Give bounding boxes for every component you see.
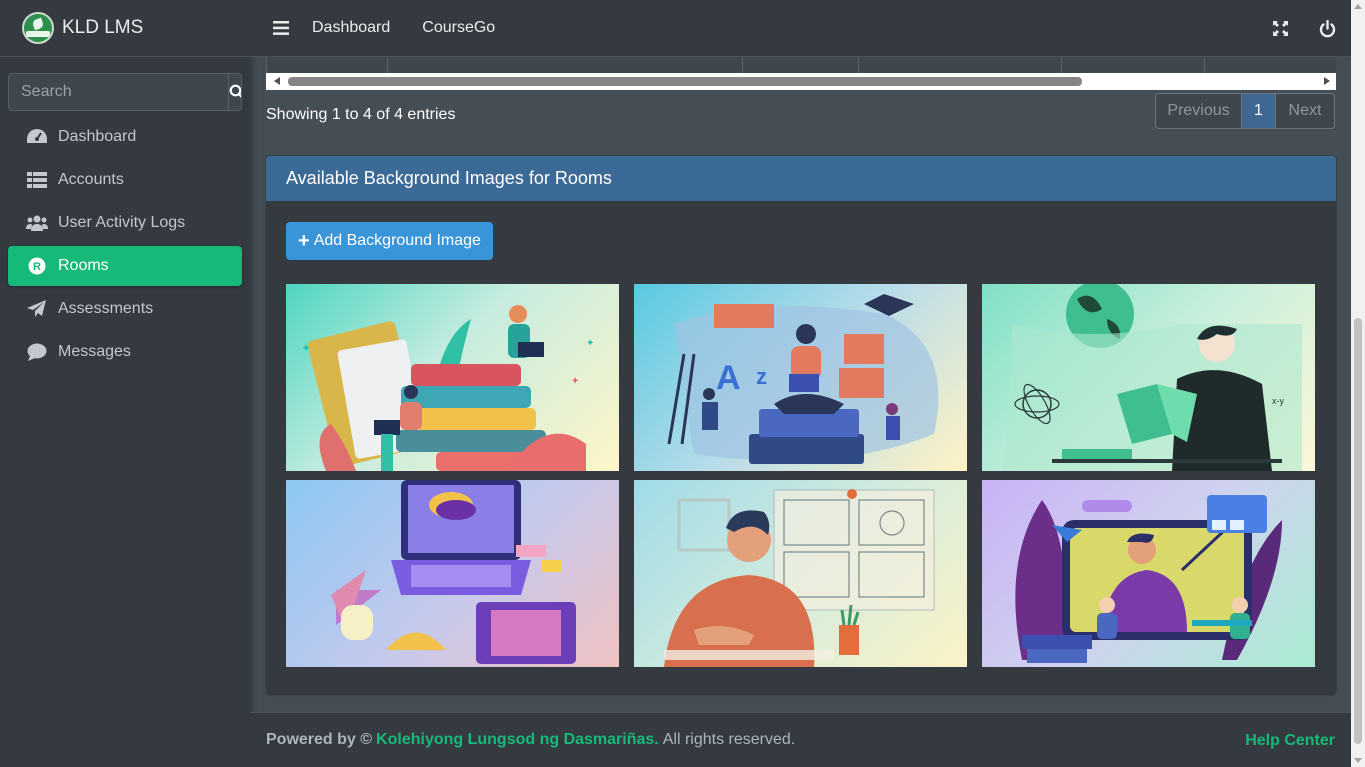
add-button-label: Add Background Image bbox=[313, 232, 481, 249]
background-image-student-reading[interactable]: x-y bbox=[982, 284, 1315, 471]
sidebar-search bbox=[8, 73, 242, 111]
table-icon bbox=[26, 170, 48, 190]
scroll-right-icon[interactable] bbox=[1324, 77, 1330, 85]
scrollbar-thumb[interactable] bbox=[1354, 318, 1362, 744]
top-navbar: Dashboard CourseGo bbox=[250, 0, 1351, 57]
svg-text:✦: ✦ bbox=[586, 338, 594, 349]
table-entries-info: Showing 1 to 4 of 4 entries bbox=[266, 106, 456, 123]
footer-rights: All rights reserved. bbox=[662, 731, 796, 748]
sidebar-item-accounts[interactable]: Accounts bbox=[8, 160, 242, 200]
sidebar-item-label: User Activity Logs bbox=[58, 214, 186, 231]
pagination-next[interactable]: Next bbox=[1275, 94, 1334, 128]
svg-text:✦: ✦ bbox=[571, 376, 579, 387]
hamburger-icon bbox=[273, 21, 289, 35]
background-image-books-stack[interactable]: ✦ ✦ ✦ bbox=[286, 284, 619, 471]
sidebar-item-label: Dashboard bbox=[58, 128, 137, 145]
scroll-left-icon[interactable] bbox=[274, 77, 280, 85]
search-icon bbox=[229, 84, 241, 98]
expand-icon bbox=[1273, 21, 1288, 36]
users-icon bbox=[26, 213, 48, 233]
page-vertical-scrollbar[interactable] bbox=[1351, 0, 1365, 767]
table-horizontal-scrollbar[interactable] bbox=[266, 73, 1336, 90]
search-input[interactable] bbox=[9, 74, 228, 110]
sidebar-nav: Dashboard Accounts User Activity Logs R … bbox=[8, 117, 242, 375]
topbar-actions bbox=[1257, 0, 1351, 57]
background-image-laptop-design-tools[interactable] bbox=[286, 480, 619, 667]
paper-plane-icon bbox=[26, 299, 48, 319]
sidebar-item-label: Assessments bbox=[58, 300, 154, 317]
top-link-dashboard[interactable]: Dashboard bbox=[312, 19, 390, 37]
r-circle-icon: R bbox=[26, 256, 48, 276]
brand-link[interactable]: KLD LMS bbox=[0, 0, 250, 57]
svg-text:✦: ✦ bbox=[301, 341, 311, 355]
add-background-image-button[interactable]: + Add Background Image bbox=[286, 222, 493, 260]
table-bottom-row bbox=[266, 57, 1336, 73]
sidebar-item-assessments[interactable]: Assessments bbox=[8, 289, 242, 329]
background-image-classroom-az[interactable]: A z bbox=[634, 284, 967, 471]
pagination: Previous 1 Next bbox=[1155, 93, 1335, 129]
svg-text:x-y: x-y bbox=[1272, 396, 1284, 406]
school-logo bbox=[22, 12, 54, 44]
sidebar-item-dashboard[interactable]: Dashboard bbox=[8, 117, 242, 157]
search-button[interactable] bbox=[228, 74, 241, 110]
card-title: Available Background Images for Rooms bbox=[266, 156, 1336, 201]
menu-toggle-button[interactable] bbox=[250, 0, 312, 57]
fullscreen-button[interactable] bbox=[1257, 0, 1304, 57]
help-center-link[interactable]: Help Center bbox=[1245, 713, 1335, 767]
sidebar-item-label: Rooms bbox=[58, 257, 109, 274]
sidebar-item-user-activity-logs[interactable]: User Activity Logs bbox=[8, 203, 242, 243]
comment-icon bbox=[26, 342, 48, 362]
top-link-coursego[interactable]: CourseGo bbox=[422, 19, 495, 37]
svg-text:A: A bbox=[716, 359, 741, 397]
scrollbar-thumb[interactable] bbox=[288, 77, 1082, 86]
logout-button[interactable] bbox=[1304, 0, 1351, 57]
sidebar-item-label: Accounts bbox=[58, 171, 124, 188]
pagination-page-1[interactable]: 1 bbox=[1242, 94, 1275, 128]
svg-text:R: R bbox=[33, 261, 41, 273]
background-images-card: Available Background Images for Rooms + … bbox=[266, 156, 1336, 695]
footer-org-link[interactable]: Kolehiyong Lungsod ng Dasmariñas. bbox=[376, 731, 659, 749]
brand-name: KLD LMS bbox=[62, 17, 144, 38]
svg-text:z: z bbox=[756, 364, 767, 389]
sidebar: KLD LMS Dashboard Accounts bbox=[0, 0, 250, 767]
power-icon bbox=[1319, 19, 1336, 37]
background-image-artist-storyboard[interactable] bbox=[634, 480, 967, 667]
plus-icon: + bbox=[298, 230, 310, 252]
sidebar-item-label: Messages bbox=[58, 343, 131, 360]
sidebar-item-rooms[interactable]: R Rooms bbox=[8, 246, 242, 286]
footer-powered-by: Powered by © bbox=[266, 731, 373, 748]
pagination-previous[interactable]: Previous bbox=[1156, 94, 1242, 128]
gauge-icon bbox=[26, 127, 48, 147]
background-image-online-teaching[interactable] bbox=[982, 480, 1315, 667]
sidebar-item-messages[interactable]: Messages bbox=[8, 332, 242, 372]
scroll-down-icon[interactable] bbox=[1354, 758, 1362, 763]
scroll-up-icon[interactable] bbox=[1354, 4, 1362, 9]
footer: Powered by © Kolehiyong Lungsod ng Dasma… bbox=[250, 712, 1351, 767]
